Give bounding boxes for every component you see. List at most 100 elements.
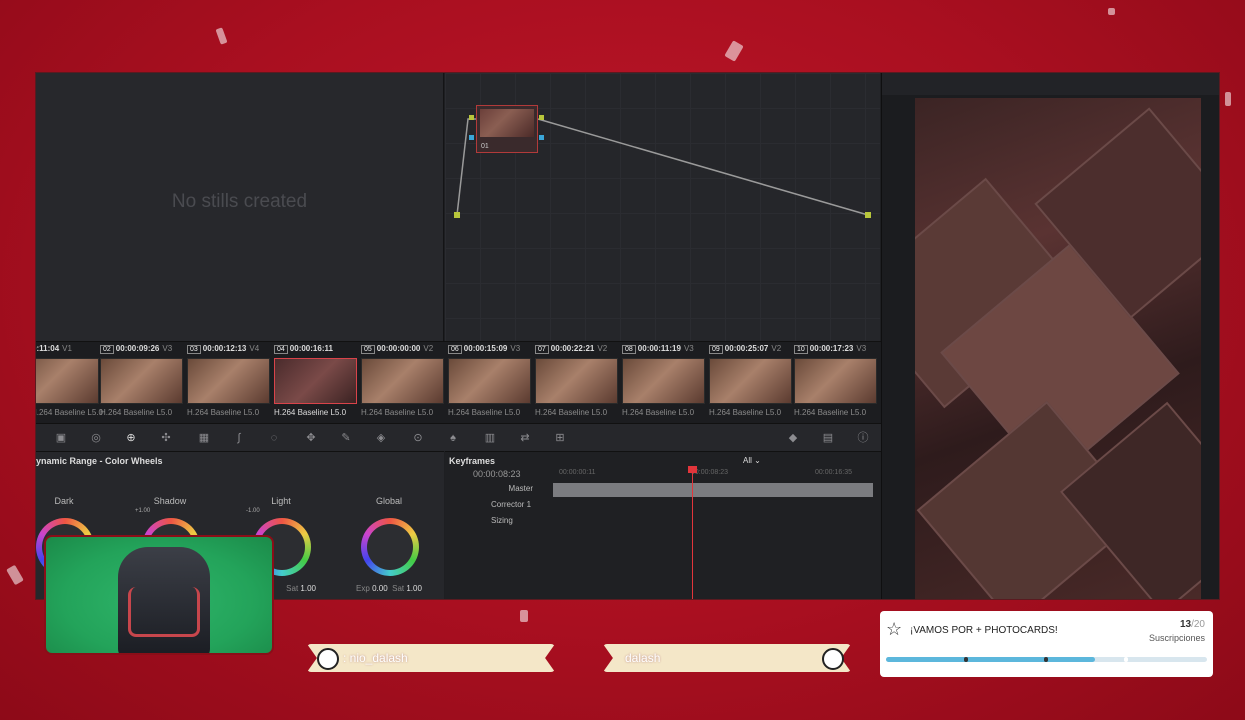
goal-count: 13/20 xyxy=(1179,619,1205,630)
clip-codec: H.264 Baseline L5.0 xyxy=(794,408,867,417)
clip-header: 02 00:00:09:26 V3 xyxy=(100,344,187,356)
wheel-value: -1.00 xyxy=(246,508,260,514)
playhead[interactable] xyxy=(688,466,697,599)
node-editor[interactable]: 01 xyxy=(445,73,880,341)
motion-effects-icon[interactable]: ▦ xyxy=(197,431,211,445)
scopes-icon[interactable]: ▤ xyxy=(821,431,835,445)
clip-header: 05 00:00:00:00 V2 xyxy=(361,344,448,356)
clip-codec: H.264 Baseline L5.0 xyxy=(361,408,434,417)
clip-thumbnail[interactable]: 05 00:00:00:00 V2 H.264 Baseline L5.0 xyxy=(361,342,448,424)
gallery-empty-message: No stills created xyxy=(171,191,308,212)
color-wheel[interactable] xyxy=(361,518,419,576)
clip-thumbnail[interactable]: 03 00:00:12:13 V4 H.264 Baseline L5.0 xyxy=(187,342,274,424)
clip-thumbnail-selected[interactable]: 04 00:00:16:11 H.264 Baseline L5.0 xyxy=(274,342,361,424)
panel-title: Keyframes xyxy=(449,456,496,466)
blur-icon[interactable]: ▥ xyxy=(483,431,497,445)
master-keyframe-bar xyxy=(553,483,873,497)
clip-codec: H.264 Baseline L5.0 xyxy=(622,408,695,417)
wheel-global[interactable]: Global Exp 0.00 Sat 1.00 xyxy=(354,496,424,596)
clip-image xyxy=(535,358,618,404)
clip-image xyxy=(274,358,357,404)
confetti xyxy=(520,610,528,622)
confetti xyxy=(6,564,24,586)
qualifier-icon[interactable]: ✥ xyxy=(304,431,318,445)
clip-codec: H.264 Baseline L5.0 xyxy=(709,408,782,417)
track-sizing[interactable]: Sizing xyxy=(445,516,555,525)
username-banner-left: : nio_dalash xyxy=(307,644,555,672)
goal-marker xyxy=(1044,657,1048,662)
goal-progress-fill xyxy=(886,657,1095,662)
keyframe-filter-dropdown[interactable]: All ⌄ xyxy=(743,456,761,465)
color-wheels-icon[interactable]: ⊕ xyxy=(124,431,138,445)
current-timecode: 00:00:08:23 xyxy=(473,469,521,479)
goal-label: ¡VAMOS POR + PHOTOCARDS! xyxy=(910,625,1058,636)
track-corrector[interactable]: Corrector 1 xyxy=(445,500,555,509)
clip-image xyxy=(187,358,270,404)
node-label: 01 xyxy=(481,143,489,150)
info-icon[interactable]: ⓘ xyxy=(856,431,870,445)
clip-codec: H.264 Baseline L5.0 xyxy=(187,408,260,417)
panda-icon xyxy=(822,648,844,670)
clip-image xyxy=(448,358,531,404)
confetti xyxy=(1108,8,1115,15)
keyframes-panel: Keyframes All ⌄ 00:00:08:23 00:00:00:11 … xyxy=(445,451,881,599)
window-icon[interactable]: ◈ xyxy=(374,431,388,445)
clip-codec: H.264 Baseline L5.0 xyxy=(448,408,521,417)
clip-image xyxy=(709,358,792,404)
sizing-icon[interactable]: ⊞ xyxy=(553,431,567,445)
banner-text: : nio_dalash xyxy=(343,651,408,665)
goal-progress-track xyxy=(886,657,1207,662)
wheel-label: Dark xyxy=(54,496,74,506)
star-icon: ☆ xyxy=(886,619,903,639)
key-icon[interactable]: ⇄ xyxy=(518,431,532,445)
clip-thumbnail[interactable]: 02 00:00:09:26 V3 H.264 Baseline L5.0 xyxy=(100,342,187,424)
banner-text: dalash xyxy=(625,651,661,665)
color-warper-icon[interactable]: ◌ xyxy=(267,431,281,445)
clip-codec: H.264 Baseline L5.0 xyxy=(100,408,173,417)
clip-image xyxy=(794,358,877,404)
tracker-icon[interactable]: ⊙ xyxy=(411,431,425,445)
clip-header: 10 00:00:17:23 V3 xyxy=(794,344,881,356)
rgb-mixer-icon[interactable]: ✣ xyxy=(159,431,173,445)
clip-strip: 00:00:11:04V1 H.264 Baseline L5.0 0200:0… xyxy=(36,341,881,423)
wheel-label: Global xyxy=(375,496,402,506)
clip-codec: H.264 Baseline L5.0 xyxy=(535,408,608,417)
clip-image xyxy=(36,358,99,404)
camera-raw-icon[interactable]: ▣ xyxy=(54,431,68,445)
clip-header: 04 00:00:16:11 xyxy=(274,344,361,356)
stills-gallery: No stills created xyxy=(36,73,444,341)
confetti xyxy=(215,27,228,45)
clip-header: 09 00:00:25:07 V2 xyxy=(709,344,796,356)
preview-viewer[interactable] xyxy=(881,73,1219,599)
clip-image xyxy=(100,358,183,404)
clip-thumbnail[interactable]: 00:00:11:04V1 H.264 Baseline L5.0 xyxy=(36,342,103,424)
clip-image xyxy=(622,358,705,404)
color-node-01[interactable]: 01 xyxy=(476,105,538,153)
clip-thumbnail[interactable]: 10 00:00:17:23 V3 H.264 Baseline L5.0 xyxy=(794,342,881,424)
node-thumbnail xyxy=(480,109,534,137)
clip-image xyxy=(361,358,444,404)
clip-thumbnail[interactable]: 09 00:00:25:07 V2 H.264 Baseline L5.0 xyxy=(709,342,796,424)
clip-thumbnail[interactable]: 06 00:00:15:09 V3 H.264 Baseline L5.0 xyxy=(448,342,535,424)
username-banner-right: dalash xyxy=(603,644,851,672)
goal-marker xyxy=(964,657,968,662)
goal-unit: Suscripciones xyxy=(1148,633,1205,643)
curves-icon[interactable]: ∫ xyxy=(232,431,246,445)
clip-header: 03 00:00:12:13 V4 xyxy=(187,344,274,356)
subscription-goal-widget: ☆ ¡VAMOS POR + PHOTOCARDS! 13/20 Suscrip… xyxy=(880,611,1213,677)
color-match-icon[interactable]: ◎ xyxy=(89,431,103,445)
clip-codec: H.264 Baseline L5.0 xyxy=(274,408,347,417)
confetti xyxy=(1225,92,1231,106)
track-master[interactable]: Master xyxy=(445,484,555,493)
goal-marker xyxy=(1124,657,1128,662)
keyframes-icon[interactable]: ◆ xyxy=(786,431,800,445)
panel-title: ynamic Range - Color Wheels xyxy=(36,456,163,466)
preview-image xyxy=(915,98,1201,599)
eyedropper-icon[interactable]: ✎ xyxy=(339,431,353,445)
magic-mask-icon[interactable]: ♠ xyxy=(446,431,460,445)
viewer-toolbar xyxy=(882,73,1219,95)
clip-thumbnail[interactable]: 08 00:00:11:19 V3 H.264 Baseline L5.0 xyxy=(622,342,709,424)
confetti xyxy=(724,40,744,62)
clip-header: 06 00:00:15:09 V3 xyxy=(448,344,535,356)
clip-thumbnail[interactable]: 07 00:00:22:21 V2 H.264 Baseline L5.0 xyxy=(535,342,622,424)
